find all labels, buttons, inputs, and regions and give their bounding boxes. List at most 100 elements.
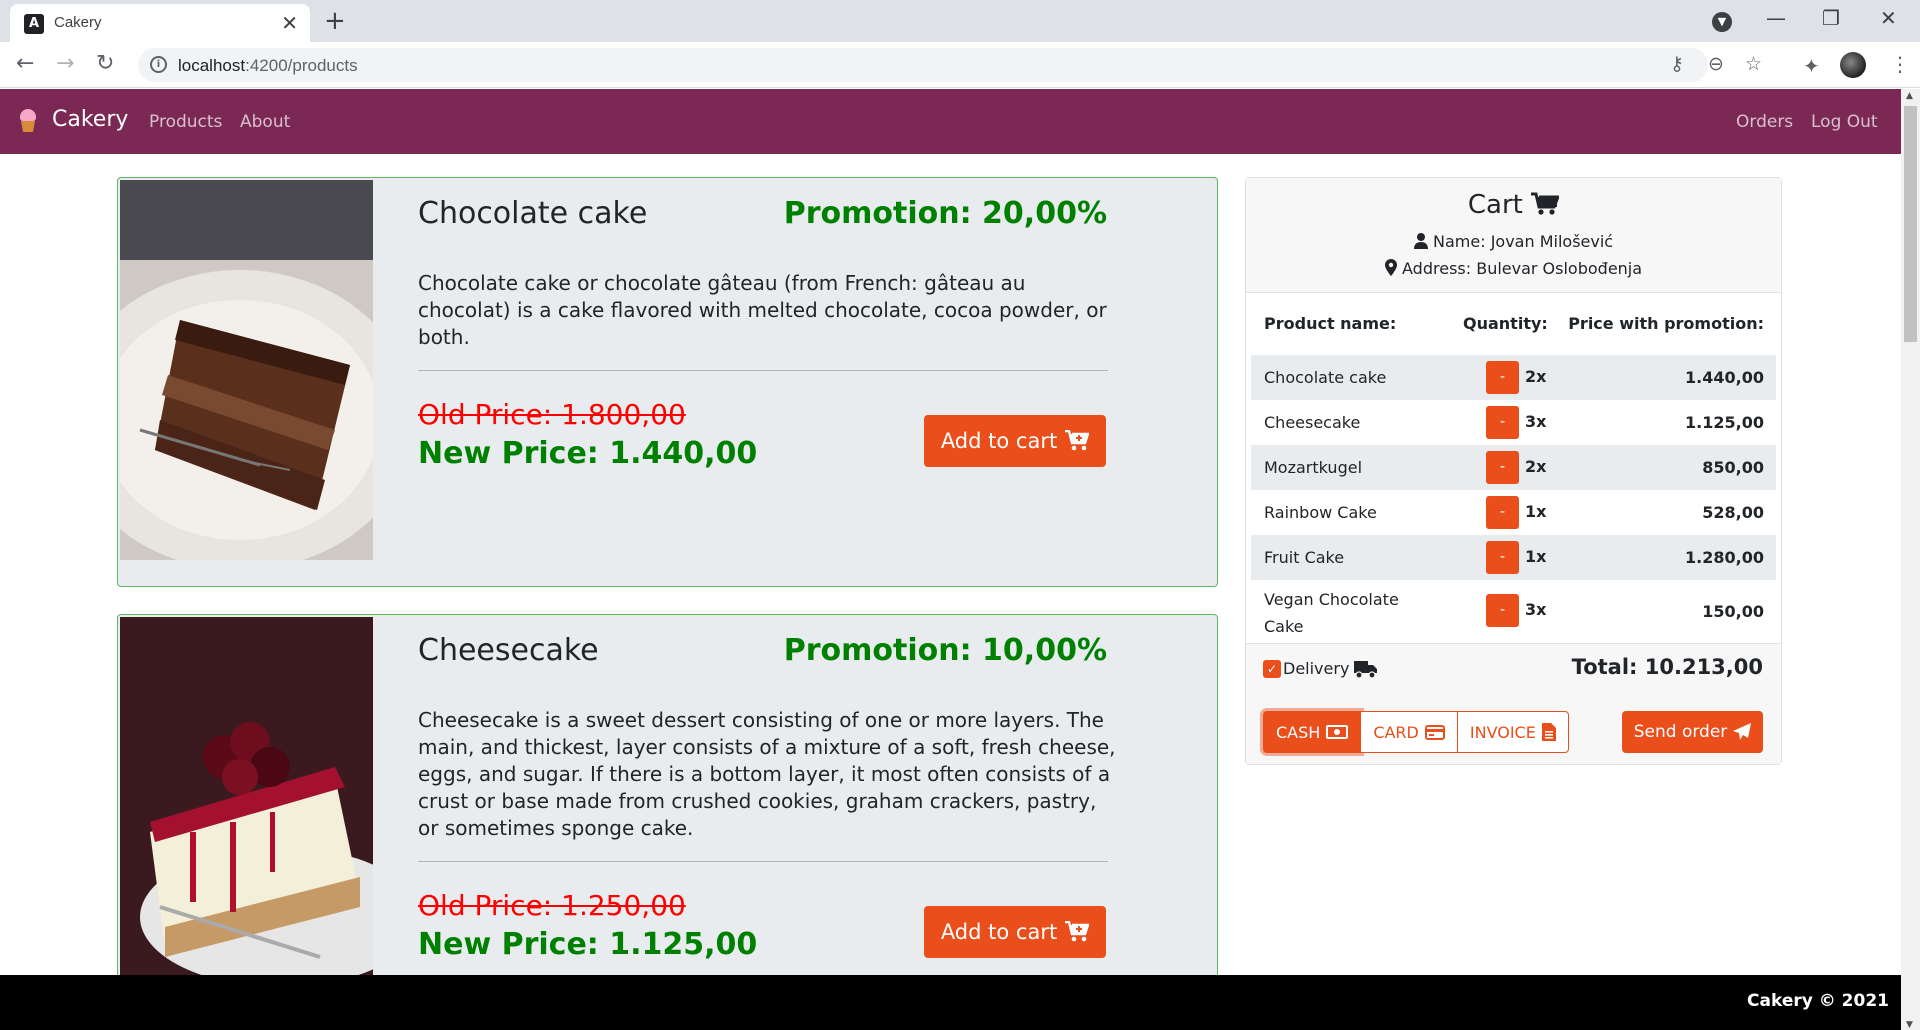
promotion-label: Promotion: 10,00% [783, 633, 1107, 668]
scroll-up-icon[interactable]: ▲ [1906, 91, 1913, 101]
extensions-icon[interactable]: ✦ [1803, 54, 1820, 78]
cart-row: Cheesecake - 3x 1.125,00 [1251, 400, 1776, 445]
profile-avatar[interactable] [1840, 52, 1866, 78]
nav-products-link[interactable]: Products [149, 112, 222, 132]
cart-item-price: 1.440,00 [1685, 368, 1764, 387]
product-description: Cheesecake is a sweet dessert consisting… [418, 708, 1116, 840]
money-bill-icon [1326, 725, 1349, 739]
new-tab-button[interactable]: + [324, 6, 346, 36]
pay-invoice-button[interactable]: INVOICE [1456, 711, 1569, 753]
key-icon[interactable]: ⚷ [1670, 53, 1684, 75]
cupcake-icon [18, 109, 38, 133]
cart-item-quantity: 3x [1525, 412, 1547, 431]
product-card: Chocolate cake Promotion: 20,00% Chocola… [117, 177, 1218, 587]
send-order-button[interactable]: Send order [1622, 711, 1763, 753]
tab-title: Cakery [54, 14, 102, 31]
page-scrollbar[interactable]: ▲ ▼ [1901, 89, 1920, 1030]
menu-icon[interactable]: ⋮ [1890, 52, 1910, 76]
header-price: Price with promotion: [1568, 314, 1764, 333]
scrollbar-thumb[interactable] [1904, 106, 1917, 342]
truck-icon [1354, 661, 1377, 679]
cart-row: Fruit Cake - 1x 1.280,00 [1251, 535, 1776, 580]
cart-row: Vegan Chocolate Cake - 3x 150,00 [1251, 580, 1776, 642]
product-name: Cheesecake [418, 633, 599, 668]
pay-cash-button[interactable]: CASH [1263, 711, 1362, 753]
window-restore-button[interactable]: ❐ [1822, 6, 1840, 30]
cart-item-quantity: 1x [1525, 502, 1547, 521]
cart-total: Total: 10.213,00 [1571, 655, 1763, 679]
cart-item-price: 850,00 [1702, 458, 1764, 477]
reload-icon[interactable]: ↻ [96, 51, 114, 76]
customer-name: Name: Jovan Milošević [1246, 232, 1781, 251]
old-price: Old Price: 1.250,00 [418, 889, 686, 922]
delivery-checkbox[interactable]: ✓ [1263, 660, 1281, 678]
product-name: Chocolate cake [418, 196, 648, 231]
tab-close-icon[interactable]: ✕ [281, 11, 298, 35]
product-card: Cheesecake Promotion: 10,00% Cheesecake … [117, 614, 1218, 1024]
add-to-cart-button[interactable]: Add to cart [924, 415, 1106, 467]
nav-about-link[interactable]: About [240, 112, 290, 132]
pay-card-button[interactable]: CARD [1360, 711, 1458, 753]
invoice-icon [1541, 723, 1556, 741]
cart-row: Rainbow Cake - 1x 528,00 [1251, 490, 1776, 535]
window-minimize-button[interactable]: — [1766, 6, 1786, 30]
user-icon [1413, 233, 1428, 249]
old-price: Old Price: 1.800,00 [418, 398, 686, 431]
cart-item-quantity: 1x [1525, 547, 1547, 566]
cart-item-name: Cheesecake [1264, 413, 1361, 432]
window-close-button[interactable]: ✕ [1880, 6, 1897, 30]
site-info-icon[interactable]: i [150, 56, 167, 73]
new-price: New Price: 1.440,00 [418, 436, 758, 471]
cart-title: Cart [1246, 190, 1781, 220]
decrease-quantity-button[interactable]: - [1486, 406, 1519, 439]
cheesecake-image [120, 617, 373, 997]
zoom-icon[interactable]: ⊖ [1708, 53, 1724, 75]
add-to-cart-label: Add to cart [940, 920, 1058, 944]
scroll-down-icon[interactable]: ▼ [1906, 1020, 1913, 1030]
payment-method-group: CASH CARD INVOICE [1263, 711, 1569, 753]
address-bar[interactable]: i localhost:4200/products ⚷ ⊖ ☆ [138, 48, 1762, 82]
footer-copyright: Cakery © 2021 [1747, 991, 1889, 1011]
url-text[interactable]: localhost:4200/products [178, 56, 358, 76]
add-to-cart-button[interactable]: Add to cart [924, 906, 1106, 958]
cart-panel: Cart Name: Jovan Milošević Address: Bule… [1245, 177, 1782, 765]
cart-item-name: Fruit Cake [1264, 548, 1345, 567]
page-footer: Cakery © 2021 [0, 975, 1901, 1030]
cart-item-quantity: 2x [1525, 457, 1547, 476]
paper-plane-icon [1733, 723, 1752, 740]
cart-row: Mozartkugel - 2x 850,00 [1251, 445, 1776, 490]
divider [418, 861, 1108, 862]
browser-tab[interactable]: A Cakery ✕ [10, 4, 310, 42]
decrease-quantity-button[interactable]: - [1486, 541, 1519, 574]
shopping-cart-icon [1531, 192, 1561, 215]
decrease-quantity-button[interactable]: - [1486, 496, 1519, 529]
chocolate-cake-image [120, 180, 373, 560]
decrease-quantity-button[interactable]: - [1486, 361, 1519, 394]
cart-item-price: 1.125,00 [1685, 413, 1764, 432]
brand-link[interactable]: Cakery [52, 107, 128, 132]
back-arrow-icon[interactable]: ← [16, 51, 34, 76]
star-icon[interactable]: ☆ [1745, 53, 1762, 75]
cart-item-name: Mozartkugel [1264, 458, 1363, 477]
nav-logout-link[interactable]: Log Out [1811, 112, 1878, 132]
add-to-cart-label: Add to cart [940, 429, 1058, 453]
decrease-quantity-button[interactable]: - [1486, 594, 1519, 627]
customer-address: Address: Bulevar Oslobođenja [1246, 259, 1781, 278]
tab-search-dropdown-icon[interactable]: ▼ [1712, 12, 1732, 32]
cart-item-price: 528,00 [1702, 503, 1764, 522]
delivery-label[interactable]: Delivery [1283, 659, 1349, 678]
angular-favicon-icon: A [24, 14, 44, 34]
promotion-label: Promotion: 20,00% [783, 196, 1107, 231]
forward-arrow-icon[interactable]: → [56, 51, 74, 76]
header-product-name: Product name: [1264, 314, 1397, 333]
cart-item-price: 1.280,00 [1685, 548, 1764, 567]
cart-item-quantity: 3x [1525, 600, 1547, 619]
map-marker-icon [1384, 259, 1397, 276]
decrease-quantity-button[interactable]: - [1486, 451, 1519, 484]
cart-item-name: Vegan Chocolate Cake [1264, 590, 1399, 636]
browser-tab-bar: A Cakery ✕ + ▼ — ❐ ✕ [0, 0, 1920, 42]
app-navbar: Cakery Products About Orders Log Out [0, 89, 1901, 154]
browser-toolbar: ← → ↻ i localhost:4200/products ⚷ ⊖ ☆ ✦ … [0, 42, 1920, 88]
product-description: Chocolate cake or chocolate gâteau (from… [418, 271, 1107, 349]
nav-orders-link[interactable]: Orders [1736, 112, 1793, 132]
